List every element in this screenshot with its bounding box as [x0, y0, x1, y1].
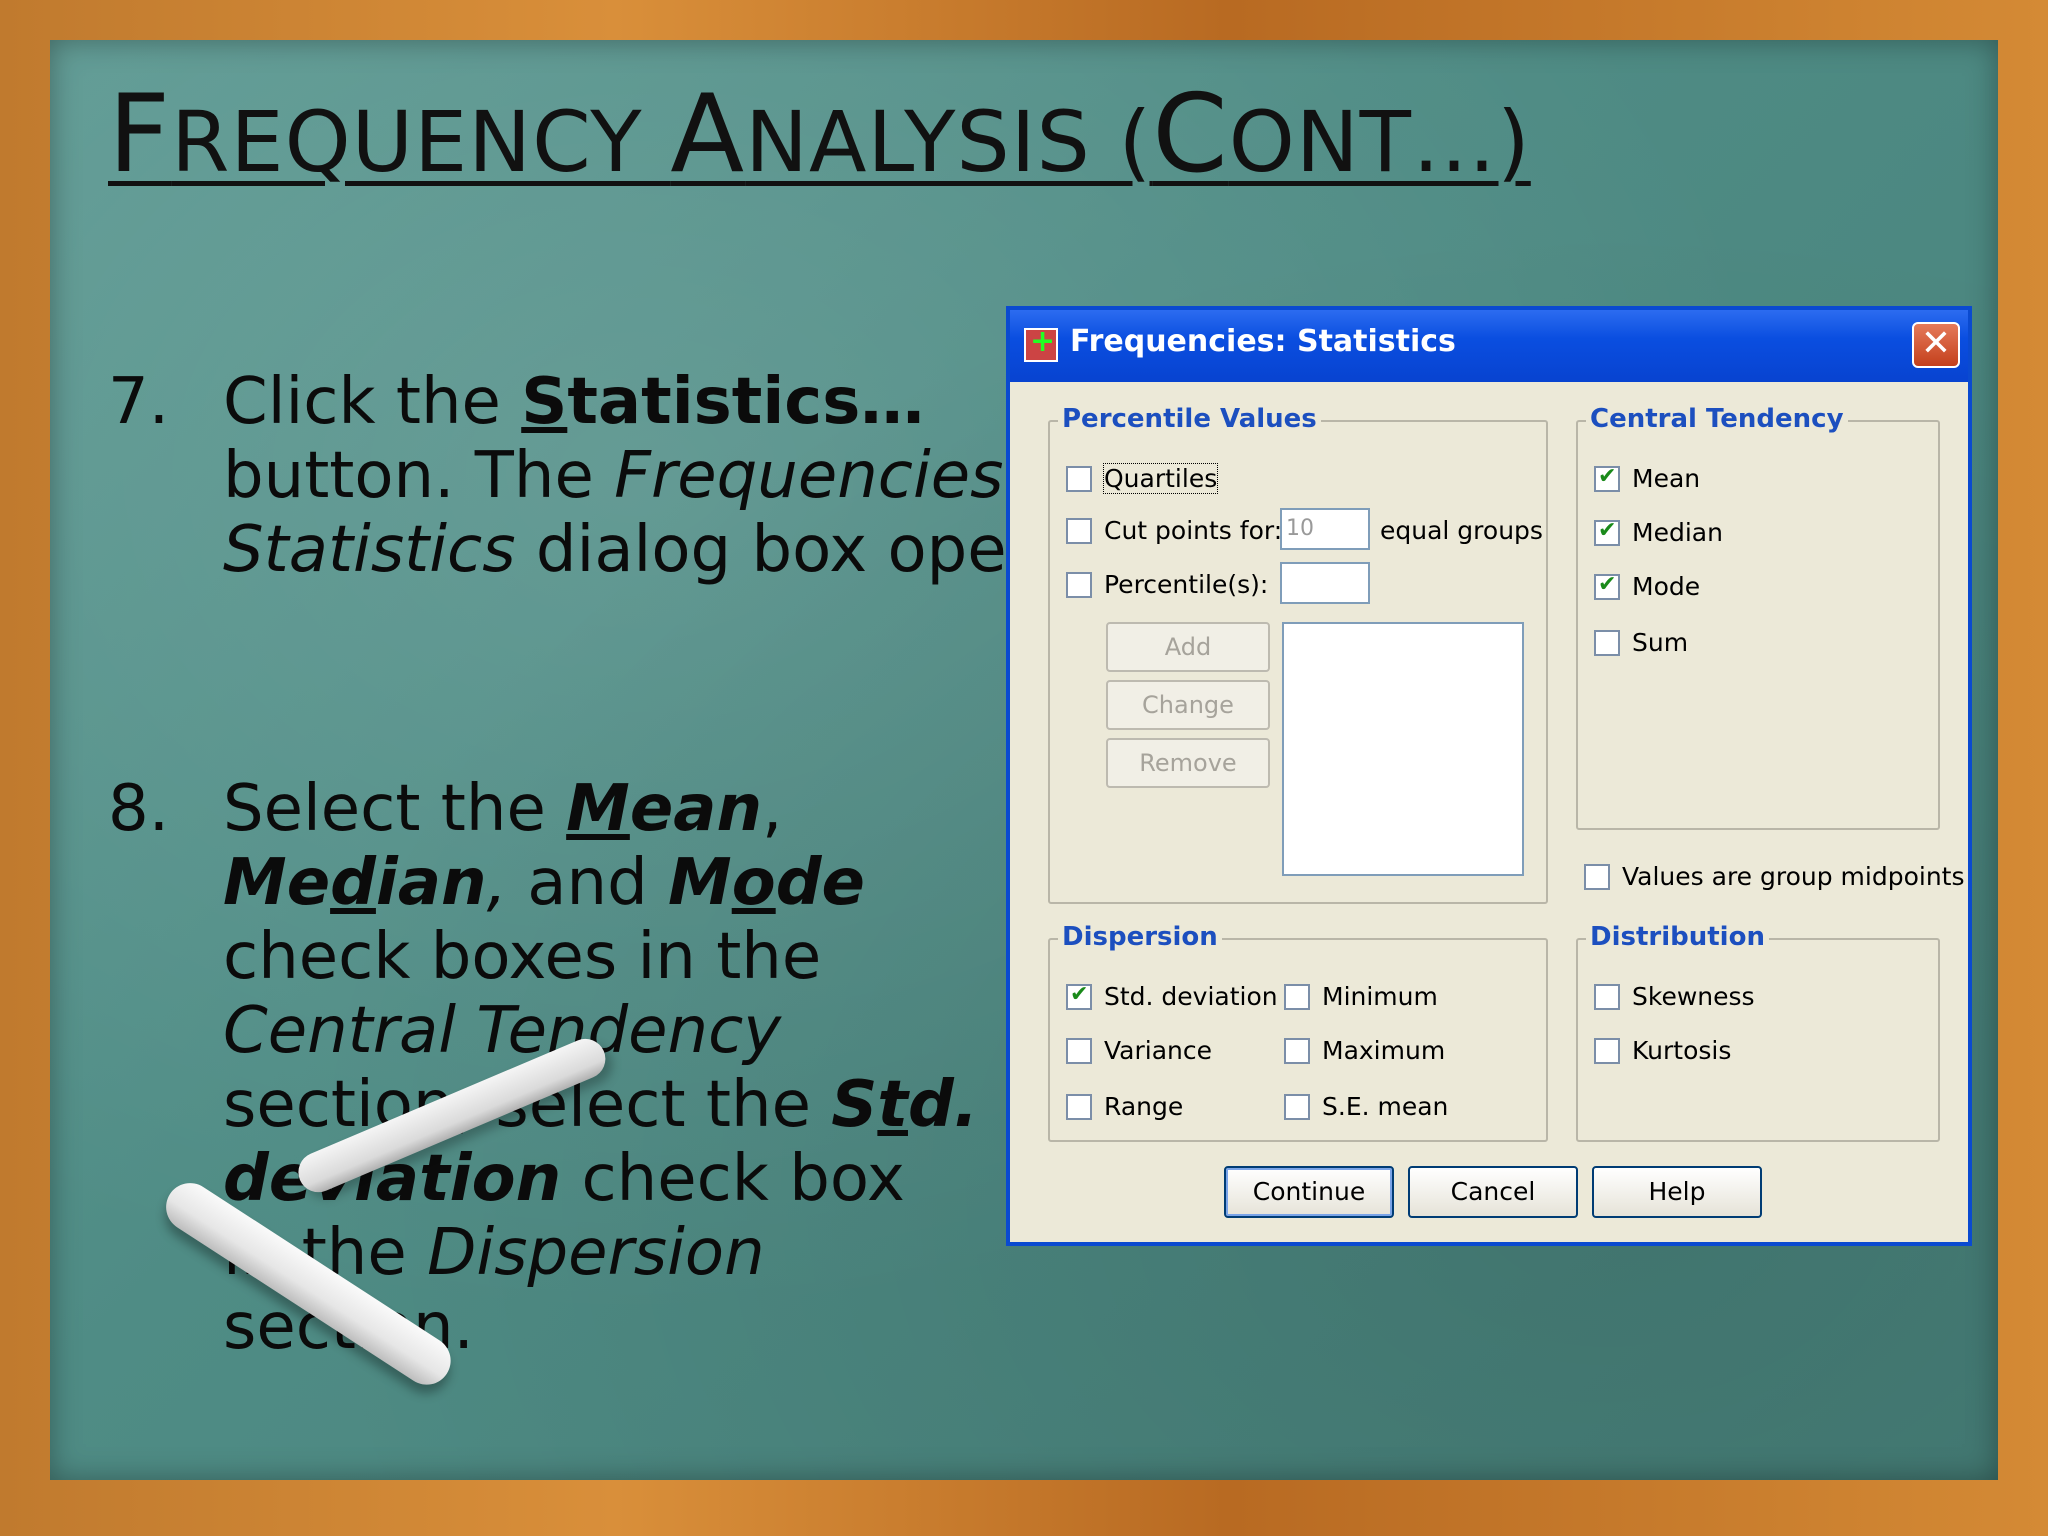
- step-7-number: 7.: [108, 365, 170, 439]
- minimum-checkbox[interactable]: [1284, 983, 1310, 1010]
- frequencies-statistics-dialog: Frequencies: Statistics ✕ Percentile Val…: [1006, 306, 1972, 1246]
- dialog-title: Frequencies: Statistics: [1070, 324, 1456, 359]
- group-midpoints-option[interactable]: Values are group midpoints: [1584, 862, 1965, 891]
- percentile-input[interactable]: [1280, 562, 1370, 604]
- cut-points-checkbox[interactable]: [1066, 517, 1092, 544]
- group-midpoints-checkbox[interactable]: [1584, 863, 1610, 890]
- quartiles-option[interactable]: Quartiles: [1066, 463, 1219, 494]
- range-checkbox[interactable]: [1066, 1093, 1092, 1120]
- change-button[interactable]: Change: [1106, 680, 1270, 730]
- se-mean-option[interactable]: S.E. mean: [1284, 1092, 1448, 1121]
- remove-button[interactable]: Remove: [1106, 738, 1270, 788]
- maximum-option[interactable]: Maximum: [1284, 1036, 1445, 1065]
- dialog-titlebar[interactable]: Frequencies: Statistics ✕: [1010, 310, 1968, 382]
- help-button[interactable]: Help: [1592, 1166, 1762, 1218]
- se-mean-checkbox[interactable]: [1284, 1093, 1310, 1120]
- central-tendency-label: Central Tendency: [1586, 404, 1848, 434]
- dispersion-label: Dispersion: [1058, 922, 1222, 952]
- quartiles-checkbox[interactable]: [1066, 465, 1092, 492]
- kurtosis-option[interactable]: Kurtosis: [1594, 1036, 1731, 1065]
- sum-option[interactable]: Sum: [1594, 628, 1688, 657]
- skewness-option[interactable]: Skewness: [1594, 982, 1755, 1011]
- median-option[interactable]: Median: [1594, 518, 1723, 547]
- add-button[interactable]: Add: [1106, 622, 1270, 672]
- cancel-button[interactable]: Cancel: [1408, 1166, 1578, 1218]
- std-deviation-checkbox[interactable]: [1066, 982, 1092, 1010]
- percentile-values-label: Percentile Values: [1058, 404, 1321, 434]
- sum-checkbox[interactable]: [1594, 629, 1620, 656]
- maximum-checkbox[interactable]: [1284, 1037, 1310, 1064]
- continue-button[interactable]: Continue: [1224, 1166, 1394, 1218]
- mode-checkbox[interactable]: [1594, 572, 1620, 600]
- step-8-number: 8.: [108, 772, 170, 846]
- std-deviation-option[interactable]: Std. deviation: [1066, 982, 1278, 1011]
- minimum-option[interactable]: Minimum: [1284, 982, 1438, 1011]
- slide-title: FREQUENCY ANALYSIS (CONT…): [108, 72, 1531, 197]
- range-option[interactable]: Range: [1066, 1092, 1183, 1121]
- mean-option[interactable]: Mean: [1594, 464, 1700, 493]
- distribution-label: Distribution: [1586, 922, 1769, 952]
- kurtosis-checkbox[interactable]: [1594, 1037, 1620, 1064]
- cut-points-option[interactable]: Cut points for:: [1066, 516, 1282, 545]
- median-checkbox[interactable]: [1594, 518, 1620, 546]
- variance-option[interactable]: Variance: [1066, 1036, 1212, 1065]
- equal-groups-label: equal groups: [1380, 516, 1543, 545]
- close-button[interactable]: ✕: [1912, 322, 1960, 368]
- step-7-text: Click the Statistics… button. The Freque…: [223, 365, 1101, 587]
- skewness-checkbox[interactable]: [1594, 983, 1620, 1010]
- percentiles-checkbox[interactable]: [1066, 571, 1092, 598]
- percentile-list[interactable]: [1282, 622, 1524, 876]
- percentiles-option[interactable]: Percentile(s):: [1066, 570, 1268, 599]
- cut-points-input[interactable]: 10: [1280, 508, 1370, 550]
- variance-checkbox[interactable]: [1066, 1037, 1092, 1064]
- app-icon: [1024, 324, 1058, 362]
- mode-option[interactable]: Mode: [1594, 572, 1700, 601]
- mean-checkbox[interactable]: [1594, 464, 1620, 492]
